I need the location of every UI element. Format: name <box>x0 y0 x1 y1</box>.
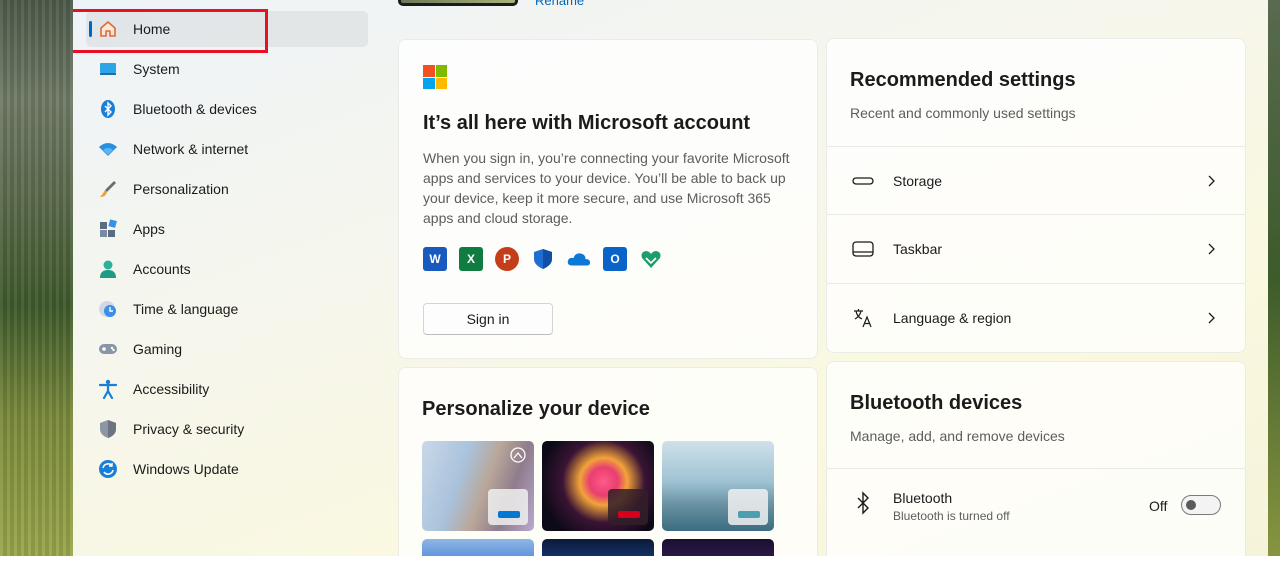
theme-thumbnail-4[interactable] <box>422 539 534 556</box>
bluetooth-subtitle: Manage, add, and remove devices <box>850 428 1065 444</box>
rename-link[interactable]: Rename <box>535 0 584 8</box>
theme-thumbnail-2[interactable] <box>542 441 654 531</box>
brush-icon <box>98 179 118 199</box>
theme-thumbnail-1[interactable] <box>422 441 534 531</box>
sidebar-item-apps[interactable]: Apps <box>86 211 368 247</box>
sidebar-item-personalization[interactable]: Personalization <box>86 171 368 207</box>
sidebar-item-label: Privacy & security <box>133 421 245 437</box>
sidebar-item-label: Gaming <box>133 341 183 357</box>
personalize-card: Personalize your device <box>398 367 818 556</box>
sidebar-item-label: Time & language <box>133 301 239 317</box>
sidebar-item-system[interactable]: System <box>86 51 368 87</box>
bluetooth-status-text: Bluetooth is turned off <box>893 509 1010 523</box>
theme-thumbnail-5[interactable] <box>542 539 654 556</box>
recommended-row-label: Language & region <box>893 309 1012 326</box>
language-icon <box>851 306 875 330</box>
bluetooth-row-label: Bluetooth <box>893 490 953 506</box>
ms-account-title: It’s all here with Microsoft account <box>423 112 751 134</box>
theme-preview-window <box>608 489 648 525</box>
sidebar-item-label: Accessibility <box>133 381 210 397</box>
powerpoint-icon: P <box>495 247 519 271</box>
bluetooth-icon <box>98 99 118 119</box>
shield-icon <box>98 419 118 439</box>
sidebar-item-home[interactable]: Home <box>86 11 368 47</box>
bluetooth-toggle[interactable] <box>1181 495 1221 515</box>
recommended-subtitle: Recent and commonly used settings <box>850 105 1076 121</box>
ms-account-description: When you sign in, you’re connecting your… <box>423 150 790 226</box>
chevron-right-icon <box>1208 243 1215 254</box>
sidebar-item-gaming[interactable]: Gaming <box>86 331 368 367</box>
recommended-title: Recommended settings <box>850 69 1076 91</box>
sidebar-item-windows-update[interactable]: Windows Update <box>86 451 368 487</box>
bluetooth-toggle-state: Off <box>1149 498 1168 514</box>
update-icon <box>98 459 118 479</box>
selection-indicator <box>89 21 92 37</box>
family-icon <box>639 247 663 271</box>
apps-icon <box>98 219 118 239</box>
sidebar-item-label: Accounts <box>133 261 191 277</box>
device-thumbnail <box>398 0 518 6</box>
recommended-row-taskbar[interactable]: Taskbar <box>827 214 1245 282</box>
settings-window: Home System Bluetooth & devices Network … <box>73 0 1268 556</box>
home-icon <box>98 19 118 39</box>
taskbar-icon <box>851 237 875 261</box>
sidebar-item-time-language[interactable]: Time & language <box>86 291 368 327</box>
app-icon-row: W X P O <box>423 247 663 271</box>
theme-preview-window <box>728 489 768 525</box>
sidebar-item-label: Network & internet <box>133 141 249 157</box>
sidebar-item-label: Apps <box>133 221 165 237</box>
outlook-icon: O <box>603 247 627 271</box>
sidebar-item-accessibility[interactable]: Accessibility <box>86 371 368 407</box>
sidebar-item-label: Personalization <box>133 181 229 197</box>
sidebar-item-label: System <box>133 61 180 77</box>
accounts-icon <box>98 259 118 279</box>
recommended-row-storage[interactable]: Storage <box>827 146 1245 214</box>
sidebar-item-privacy[interactable]: Privacy & security <box>86 411 368 447</box>
desktop-wallpaper-right <box>1268 0 1280 556</box>
chevron-right-icon <box>1208 312 1215 323</box>
recommended-row-label: Storage <box>893 172 943 189</box>
bluetooth-icon <box>857 491 869 515</box>
onedrive-icon <box>567 247 591 271</box>
clock-globe-icon <box>98 299 118 319</box>
theme-thumbnail-6[interactable] <box>662 539 774 556</box>
sign-in-button[interactable]: Sign in <box>423 303 553 335</box>
accessibility-icon <box>98 379 118 399</box>
selected-theme-icon <box>510 447 526 463</box>
bottom-strip <box>0 556 1280 575</box>
defender-icon <box>531 247 555 271</box>
recommended-row-language[interactable]: Language & region <box>827 283 1245 351</box>
recommended-settings-card: Recommended settings Recent and commonly… <box>826 38 1246 353</box>
system-icon <box>98 59 118 79</box>
bluetooth-devices-card: Bluetooth devices Manage, add, and remov… <box>826 361 1246 556</box>
microsoft-account-card: It’s all here with Microsoft account Whe… <box>398 39 818 359</box>
sidebar-item-bluetooth[interactable]: Bluetooth & devices <box>86 91 368 127</box>
recommended-row-label: Taskbar <box>893 240 943 257</box>
excel-icon: X <box>459 247 483 271</box>
gamepad-icon <box>98 339 118 359</box>
chevron-right-icon <box>1208 175 1215 186</box>
theme-preview-window <box>488 489 528 525</box>
theme-thumbnail-3[interactable] <box>662 441 774 531</box>
desktop-wallpaper-left <box>0 0 73 556</box>
word-icon: W <box>423 247 447 271</box>
toggle-knob <box>1186 500 1196 510</box>
personalize-title: Personalize your device <box>422 398 650 420</box>
sidebar-nav: Home System Bluetooth & devices Network … <box>73 0 383 556</box>
sidebar-item-label: Bluetooth & devices <box>133 101 257 117</box>
microsoft-logo-icon <box>423 65 447 89</box>
sidebar-item-label: Home <box>133 21 171 37</box>
wifi-icon <box>98 139 118 159</box>
bluetooth-row: Bluetooth Bluetooth is turned off Off <box>827 468 1245 540</box>
sidebar-item-network[interactable]: Network & internet <box>86 131 368 167</box>
sidebar-item-accounts[interactable]: Accounts <box>86 251 368 287</box>
storage-icon <box>851 169 875 193</box>
sidebar-item-label: Windows Update <box>133 461 239 477</box>
bluetooth-title: Bluetooth devices <box>850 392 1023 414</box>
